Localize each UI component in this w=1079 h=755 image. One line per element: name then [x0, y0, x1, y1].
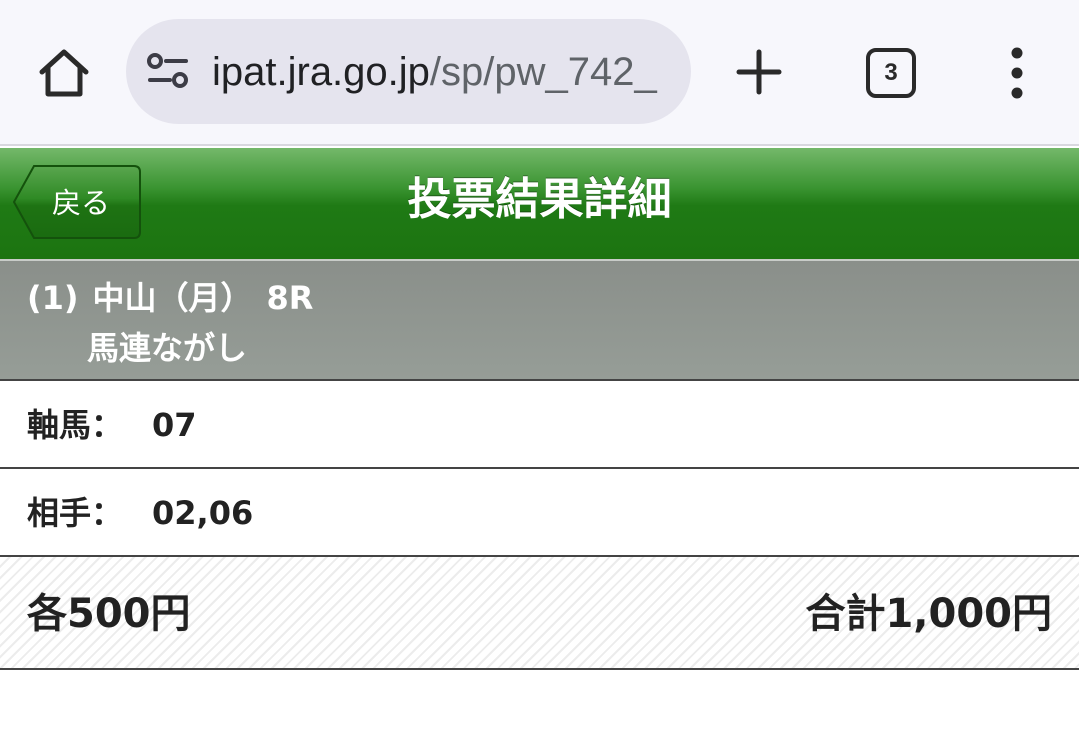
race-number: (1)	[27, 279, 79, 317]
url-host: ipat.jra.go.jp	[212, 50, 430, 94]
address-bar[interactable]: ipat.jra.go.jp/sp/pw_742_	[126, 19, 691, 124]
site-info-icon[interactable]	[146, 52, 190, 92]
race-id: 8R	[266, 279, 314, 317]
page-title: 投票結果詳細	[407, 174, 672, 225]
url-text[interactable]: ipat.jra.go.jp/sp/pw_742_	[212, 49, 677, 95]
home-icon[interactable]	[34, 42, 94, 102]
partner-horse-row: 相手： 02,06	[0, 469, 1079, 557]
tabs-icon[interactable]: 3	[866, 48, 916, 98]
axis-horse-label: 軸馬：	[27, 406, 124, 444]
race-heading: (1) 中山（月） 8R	[27, 279, 327, 317]
axis-horse-row: 軸馬： 07	[0, 381, 1079, 469]
page-header: 戻る 投票結果詳細	[0, 148, 1079, 259]
amount-each: 各500円	[27, 591, 191, 637]
url-path: /sp/pw_742_	[429, 50, 657, 94]
partner-horse-label: 相手：	[27, 494, 124, 532]
partner-horse-value: 02,06	[152, 494, 254, 532]
amount-row: 各500円 合計1,000円	[0, 557, 1079, 670]
more-vertical-icon[interactable]	[1004, 46, 1030, 100]
plus-icon[interactable]	[735, 48, 783, 96]
race-venue: 中山（月）	[92, 279, 253, 317]
bet-type: 馬連ながし	[87, 329, 248, 367]
race-info: (1) 中山（月） 8R 馬連ながし	[0, 259, 1079, 381]
amount-total: 合計1,000円	[805, 591, 1052, 637]
browser-toolbar: ipat.jra.go.jp/sp/pw_742_ 3	[0, 0, 1079, 146]
axis-horse-value: 07	[152, 406, 197, 444]
